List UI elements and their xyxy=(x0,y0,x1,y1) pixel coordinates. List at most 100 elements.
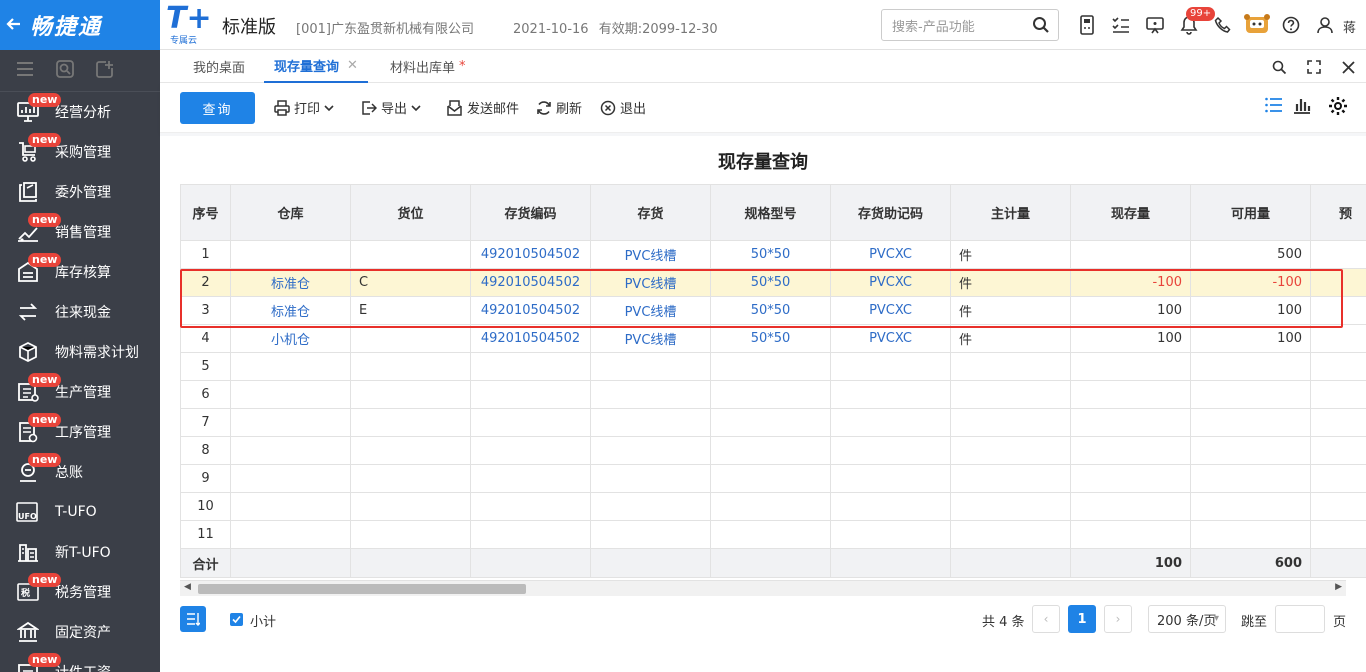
current-page-button[interactable]: 1 xyxy=(1068,605,1096,633)
cell-item[interactable]: PVC线槽 xyxy=(590,240,711,269)
column-header[interactable]: 存货编码 xyxy=(470,184,591,241)
cell-code[interactable]: 492010504502 xyxy=(470,296,591,325)
cell-mnemonic[interactable]: PVCXC xyxy=(830,240,951,269)
table-row[interactable]: 10 xyxy=(180,492,1366,521)
column-settings-button[interactable] xyxy=(180,606,206,632)
close-all-icon[interactable] xyxy=(1337,56,1359,78)
back-arrow-icon[interactable] xyxy=(6,13,24,37)
table-row[interactable]: 4 小机仓 492010504502 PVC线槽 50*50 PVCXC 件 100 100 xyxy=(180,324,1366,353)
sidebar-item[interactable]: 固定资产 xyxy=(0,612,160,652)
sidebar-item[interactable]: 物料需求计划 xyxy=(0,332,160,372)
sidebar-item[interactable]: 总账 new xyxy=(0,452,160,492)
scroll-right-icon[interactable]: ▶ xyxy=(1335,582,1342,592)
sidebar-add-icon[interactable] xyxy=(96,60,114,82)
column-header[interactable]: 可用量 xyxy=(1190,184,1311,241)
exit-button[interactable]: 退出 xyxy=(600,98,646,117)
scroll-thumb[interactable] xyxy=(198,584,526,594)
export-button[interactable]: 导出 xyxy=(361,98,421,117)
table-row[interactable]: 2 标准仓 C 492010504502 PVC线槽 50*50 PVCXC 件 -100 -10… xyxy=(180,268,1366,297)
tab-search-icon[interactable] xyxy=(1268,56,1290,78)
send-mail-button[interactable]: 发送邮件 xyxy=(446,98,519,117)
page-size-select[interactable]: 200 条/页 ▾ xyxy=(1148,605,1226,633)
table-row[interactable]: 6 xyxy=(180,380,1366,409)
column-header[interactable]: 存货助记码 xyxy=(830,184,951,241)
prev-page-button[interactable]: ‹ xyxy=(1032,605,1060,633)
cell-empty xyxy=(590,492,711,521)
cell-item[interactable]: PVC线槽 xyxy=(590,268,711,297)
query-button[interactable]: 查询 xyxy=(180,92,255,124)
column-header[interactable]: 货位 xyxy=(350,184,471,241)
user-name[interactable]: 蒋 xyxy=(1343,17,1356,36)
mascot-icon[interactable] xyxy=(1240,12,1274,38)
cell-mnemonic[interactable]: PVCXC xyxy=(830,324,951,353)
tab-material-issue[interactable]: 材料出库单 * xyxy=(390,50,466,83)
sidebar-item[interactable]: UFO T-UFO xyxy=(0,492,160,532)
cell-spec[interactable]: 50*50 xyxy=(710,268,831,297)
checklist-icon[interactable] xyxy=(1104,12,1138,38)
sidebar-item[interactable]: 工序管理 new xyxy=(0,412,160,452)
sidebar-item[interactable]: 生产管理 new xyxy=(0,372,160,412)
menu-icon[interactable] xyxy=(16,61,34,81)
sidebar-item[interactable]: 销售管理 new xyxy=(0,212,160,252)
column-header[interactable]: 主计量 xyxy=(950,184,1071,241)
table-row[interactable]: 7 xyxy=(180,408,1366,437)
cell-warehouse[interactable]: 标准仓 xyxy=(230,268,351,297)
sidebar-item[interactable]: 库存核算 new xyxy=(0,252,160,292)
column-header[interactable]: 预 xyxy=(1310,184,1366,241)
sidebar-item[interactable]: 税 税务管理 new xyxy=(0,572,160,612)
search-input[interactable]: 搜索-产品功能 xyxy=(881,9,1059,41)
table-row[interactable]: 11 xyxy=(180,520,1366,549)
content-area: 现存量查询 序号 仓库 货位 存货编码 存货 规格型号 存货助记码 主计量 现存量 可用量预 1 4… xyxy=(160,133,1366,672)
table-row[interactable]: 3 标准仓 E 492010504502 PVC线槽 50*50 PVCXC 件 100 100 xyxy=(180,296,1366,325)
cell-code[interactable]: 492010504502 xyxy=(470,268,591,297)
cell-spec[interactable]: 50*50 xyxy=(710,296,831,325)
table-row[interactable]: 5 xyxy=(180,352,1366,381)
notification-bell-icon[interactable]: 99+ xyxy=(1172,7,1216,38)
print-button[interactable]: 打印 xyxy=(274,98,334,117)
tab-close-icon[interactable]: ✕ xyxy=(347,58,358,73)
fullscreen-icon[interactable] xyxy=(1303,56,1325,78)
scroll-left-icon[interactable]: ◀ xyxy=(184,582,191,592)
cell-warehouse[interactable]: 小机仓 xyxy=(230,324,351,353)
column-header[interactable]: 存货 xyxy=(590,184,711,241)
cell-code[interactable]: 492010504502 xyxy=(470,324,591,353)
table-row[interactable]: 8 xyxy=(180,436,1366,465)
sidebar-item[interactable]: 采购管理 new xyxy=(0,132,160,172)
horizontal-scrollbar[interactable]: ◀ ▶ xyxy=(180,580,1346,596)
jump-page-input[interactable] xyxy=(1275,605,1325,633)
sidebar-item[interactable]: 往来现金 xyxy=(0,292,160,332)
cell-code[interactable]: 492010504502 xyxy=(470,240,591,269)
next-page-button[interactable]: › xyxy=(1104,605,1132,633)
cell-warehouse[interactable]: 标准仓 xyxy=(230,296,351,325)
user-icon[interactable] xyxy=(1308,12,1342,38)
cell-spec[interactable]: 50*50 xyxy=(710,324,831,353)
sidebar-search-icon[interactable] xyxy=(56,59,74,82)
calculator-icon[interactable] xyxy=(1070,12,1104,38)
sidebar-item[interactable]: 委外管理 xyxy=(0,172,160,212)
refresh-button[interactable]: 刷新 xyxy=(536,98,582,117)
table-row[interactable]: 1 492010504502 PVC线槽 50*50 PVCXC 件 500 xyxy=(180,240,1366,269)
column-header[interactable]: 现存量 xyxy=(1070,184,1191,241)
message-screen-icon[interactable] xyxy=(1138,12,1172,38)
cell-item[interactable]: PVC线槽 xyxy=(590,324,711,353)
column-header[interactable]: 序号 xyxy=(180,184,231,241)
column-header[interactable]: 规格型号 xyxy=(710,184,831,241)
tab-my-desktop[interactable]: 我的桌面 xyxy=(193,50,245,83)
list-view-icon[interactable] xyxy=(1265,97,1283,113)
search-icon[interactable] xyxy=(1032,16,1050,38)
sidebar-item[interactable]: 新T-UFO xyxy=(0,532,160,572)
settings-gear-icon[interactable] xyxy=(1328,96,1348,116)
subtotal-checkbox[interactable] xyxy=(230,613,243,626)
help-icon[interactable] xyxy=(1274,12,1308,38)
phone-icon[interactable] xyxy=(1206,12,1240,38)
sidebar-item[interactable]: 计件工资new xyxy=(0,652,160,672)
cell-mnemonic[interactable]: PVCXC xyxy=(830,296,951,325)
chart-view-icon[interactable] xyxy=(1293,96,1311,114)
cell-mnemonic[interactable]: PVCXC xyxy=(830,268,951,297)
cell-spec[interactable]: 50*50 xyxy=(710,240,831,269)
sidebar-item[interactable]: 经营分析 new xyxy=(0,92,160,132)
tab-stock-query[interactable]: 现存量查询 ✕ xyxy=(264,50,368,83)
column-header[interactable]: 仓库 xyxy=(230,184,351,241)
cell-item[interactable]: PVC线槽 xyxy=(590,296,711,325)
table-row[interactable]: 9 xyxy=(180,464,1366,493)
